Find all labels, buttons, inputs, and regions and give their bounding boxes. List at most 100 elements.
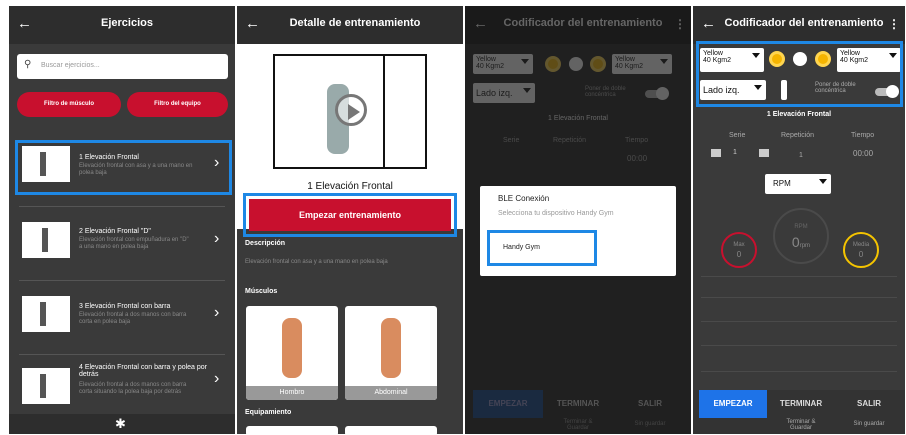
bottom-nav: ✱ [9,414,235,434]
page-title: Ejercicios [101,17,153,29]
exercise-thumbnail [22,296,70,332]
metric-select[interactable]: RPM [765,174,831,194]
average-gauge: Media 0 [843,232,879,268]
exercise-desc: Elevación frontal a dos manos con barra … [79,312,187,325]
exercise-name: 1 Elevación Frontal [548,115,608,122]
equipment-heading: Equipamiento [245,409,292,416]
time-label: Tiempo [625,137,649,144]
header: ← Codificador del entrenamiento ⋮ [693,6,905,44]
terminar-subtitle: Terminar & Guardar [563,419,593,431]
exercise-thumbnail [22,222,70,258]
serie-value: 1 [733,149,737,156]
body-figure [282,318,302,378]
list-item[interactable]: 4 Elevación Frontal con barra y polea po… [9,356,235,414]
muscles-heading: Músculos [245,288,278,295]
highlight-box [696,41,903,107]
chevron-right-icon: › [214,304,220,321]
serie-plus-button[interactable] [759,149,769,157]
exercise-title: 2 Elevación Frontal "D" [79,228,151,235]
serie-label: Serie [729,132,746,139]
max-value: 0 [736,250,742,259]
weight-coin-icon [545,56,561,72]
time-value: 00:00 [853,149,874,158]
terminar-subtitle: Terminar & Guardar [786,419,816,431]
time-label: Tiempo [851,132,875,139]
muscle-label: Abdominal [345,386,437,400]
weight-right-select[interactable]: Yellow 40 Kgm2 [612,54,672,74]
exercise-thumbnail [22,368,70,404]
salir-button[interactable]: SALIR [615,390,685,418]
empezar-button[interactable]: EMPEZAR [473,390,543,418]
exercise-title: 4 Elevación Frontal con barra y polea po… [79,364,208,378]
screen-detail: ← Detalle de entrenamiento 1 Elevación F… [237,6,463,434]
empezar-button[interactable]: EMPEZAR [699,390,767,418]
search-input[interactable]: ⚲ Buscar ejercicios... [17,54,228,79]
play-icon[interactable] [335,94,367,126]
chart-gridlines [701,276,897,372]
max-label: Max [733,242,745,248]
dumbbell-icon[interactable]: ✱ [115,416,126,432]
chevron-right-icon: › [214,230,220,247]
muscle-label: Hombro [246,386,338,400]
header: ← Codificador del entrenamiento ⋮ [465,6,691,44]
average-value: 0 [858,250,864,259]
equipment-card[interactable] [345,426,437,434]
back-arrow-icon[interactable]: ← [245,15,260,33]
weight-left-select[interactable]: Yellow 40 Kgm2 [473,54,533,74]
page-title: Detalle de entrenamiento [289,17,421,29]
back-arrow-icon[interactable]: ← [473,15,488,33]
search-placeholder: Buscar ejercicios... [41,62,100,69]
back-arrow-icon[interactable]: ← [17,15,32,33]
header: ← Detalle de entrenamiento [237,6,463,44]
rpm-gauge: RPM 0rpm [773,208,829,264]
page-title: Codificador del entrenamiento [724,17,884,29]
muscle-card[interactable]: Hombro [246,306,338,400]
gauge-label: RPM [794,224,808,230]
rep-label: Repetición [781,132,815,139]
salir-button[interactable]: SALIR [835,390,903,418]
start-training-button[interactable]: Empezar entrenamiento [249,199,451,231]
description-heading: Descripción [245,240,286,247]
device-icon [569,57,583,71]
serie-label: Serie [503,137,520,144]
body-figure [381,318,401,378]
header: ← Ejercicios [9,6,235,44]
double-concentric-toggle[interactable] [645,87,669,100]
double-concentric-label: Poner de doble concéntrica [585,86,626,98]
list-item[interactable]: 2 Elevación Frontal "D" Elevación fronta… [9,208,235,278]
dialog-subtitle: Selecciona tu dispositivo Handy Gym [498,210,614,217]
rep-label: Repetición [553,137,587,144]
exercise-name: 1 Elevación Frontal [307,181,393,192]
list-item[interactable]: 3 Elevación Frontal con barra Elevación … [9,282,235,352]
muscle-filter-button[interactable]: Filtro de músculo [17,92,121,117]
side-select[interactable]: Lado izq. [473,83,535,103]
exercise-video[interactable] [273,54,427,169]
more-options-icon[interactable]: ⋮ [674,17,686,31]
highlight-box [487,230,597,266]
equipment-filter-button[interactable]: Filtro del equipo [127,92,228,117]
exercise-desc: Elevación frontal a dos manos con barra … [79,382,187,395]
screen-exercises: ← Ejercicios ⚲ Buscar ejercicios... Filt… [9,6,235,434]
screen-encoder-dialog: ← Codificador del entrenamiento ⋮ Yellow… [465,6,691,434]
cable-machine [383,56,385,167]
dialog-title: BLE Conexión [498,194,550,203]
back-arrow-icon[interactable]: ← [701,15,716,33]
action-bar: EMPEZAR TERMINAR SALIR Terminar & Guarda… [693,390,905,434]
equipment-card[interactable] [246,426,338,434]
exercise-title: 3 Elevación Frontal con barra [79,303,171,310]
muscle-card[interactable]: Abdominal [345,306,437,400]
average-label: Media [852,242,870,248]
page-title: Codificador del entrenamiento [503,17,663,29]
weight-coin-icon [590,56,606,72]
serie-minus-button[interactable] [711,149,721,157]
terminar-button[interactable]: TERMINAR [543,390,613,418]
time-value: 00:00 [627,154,648,163]
action-bar: EMPEZAR TERMINAR SALIR Terminar & Guarda… [465,390,691,434]
exercise-name: 1 Elevación Frontal [766,111,832,118]
search-icon: ⚲ [24,59,32,70]
terminar-button[interactable]: TERMINAR [767,390,835,418]
salir-subtitle: Sin guardar [634,421,666,427]
more-options-icon[interactable]: ⋮ [888,17,900,31]
highlight-box [15,140,232,195]
description-text: Elevación frontal con asa y a una mano e… [245,259,388,265]
